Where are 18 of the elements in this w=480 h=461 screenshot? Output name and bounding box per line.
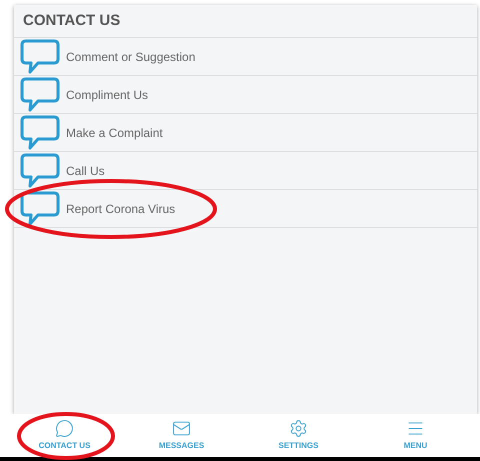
speech-bubble-icon — [20, 76, 60, 112]
nav-tab[interactable]: SETTINGS — [240, 419, 357, 452]
contact-option[interactable]: Comment or Suggestion — [14, 38, 477, 76]
nav-tab[interactable]: CONTACT US — [6, 419, 123, 452]
nav-tab[interactable]: MESSAGES — [123, 419, 240, 452]
speech-bubble-icon — [20, 114, 60, 150]
chat-icon — [55, 419, 74, 438]
nav-tab[interactable]: MENU — [357, 419, 474, 452]
panel-title: CONTACT US — [23, 10, 120, 31]
contact-option[interactable]: Report Corona Virus — [14, 190, 477, 228]
settings-icon — [289, 419, 308, 438]
mail-icon — [172, 419, 191, 438]
contact-option[interactable]: Call Us — [14, 152, 477, 190]
speech-bubble-icon — [20, 190, 60, 226]
contact-option[interactable]: Compliment Us — [14, 76, 477, 114]
speech-bubble-icon — [20, 38, 60, 74]
speech-bubble-icon — [20, 152, 60, 188]
contact-option[interactable]: Make a Complaint — [14, 114, 477, 152]
